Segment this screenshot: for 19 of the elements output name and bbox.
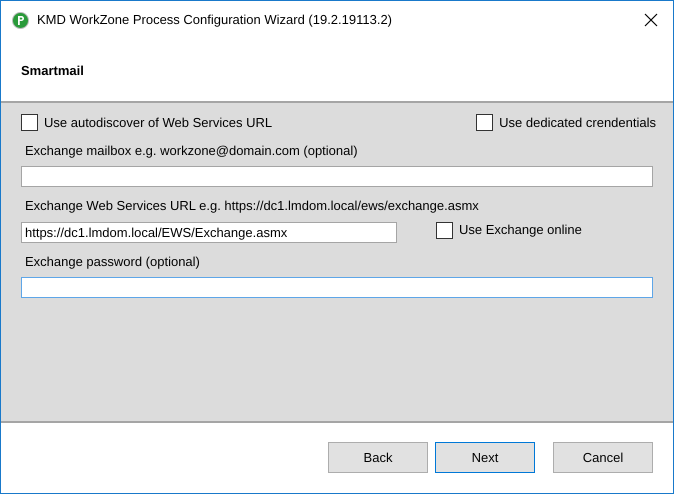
checkbox[interactable] bbox=[476, 114, 494, 132]
app-logo-icon bbox=[12, 12, 29, 28]
field-label: Exchange Web Services URL e.g. https://dc1.lmdom.local/ews/exchange.asmx bbox=[25, 197, 480, 215]
wizard-button[interactable]: Next bbox=[435, 442, 535, 473]
wizard-button[interactable]: Back bbox=[328, 442, 428, 473]
checkbox-label: Use Exchange online bbox=[458, 221, 582, 240]
checkbox[interactable] bbox=[21, 114, 38, 132]
checkbox[interactable] bbox=[436, 222, 453, 238]
input-field[interactable]: https://dc1.lmdom.local/EWS/Exchange.asmx bbox=[21, 222, 397, 242]
page-title: Smartmail bbox=[21, 63, 84, 78]
field-label: Exchange password (optional) bbox=[25, 252, 201, 271]
window-title: KMD WorkZone Process Configuration Wizard (19.2.19113.2) bbox=[37, 11, 394, 30]
checkbox-label: Use autodiscover of Web Services URL bbox=[43, 114, 272, 132]
wizard-button[interactable]: Cancel bbox=[553, 442, 653, 473]
input-field[interactable] bbox=[21, 277, 653, 298]
close-icon bbox=[644, 13, 658, 27]
input-field[interactable] bbox=[21, 166, 653, 187]
field-label: Exchange mailbox e.g. workzone@domain.com (optional) bbox=[25, 142, 359, 160]
checkbox-label: Use dedicated crendentials bbox=[498, 114, 656, 132]
